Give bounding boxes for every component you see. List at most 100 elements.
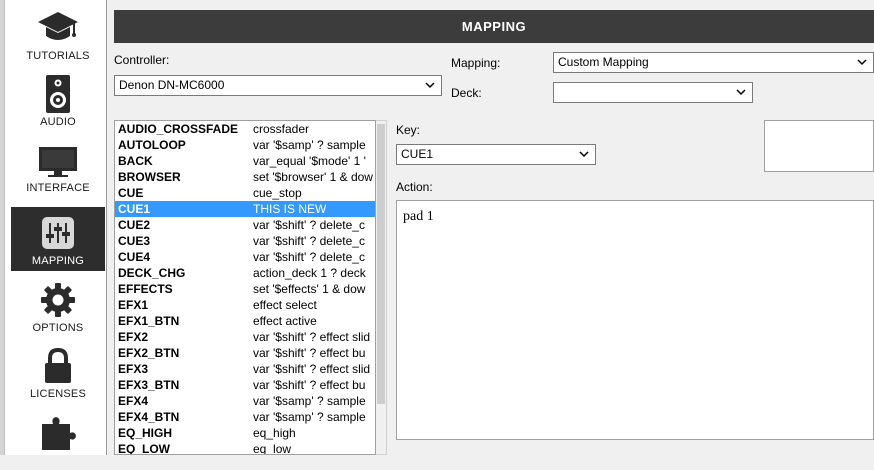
row-key: EFX1 bbox=[118, 298, 149, 312]
table-row[interactable]: EFFECTS set '$effects' 1 & dow bbox=[115, 281, 375, 297]
key-value: CUE1 bbox=[401, 147, 434, 161]
action-editor[interactable]: pad 1 bbox=[396, 200, 874, 440]
mapping-select[interactable]: Custom Mapping bbox=[553, 52, 874, 73]
controller-label: Controller: bbox=[114, 53, 170, 67]
key-list-scrollbar[interactable] bbox=[376, 120, 387, 455]
table-row[interactable]: EFX3 var '$shift' ? effect slid bbox=[115, 361, 375, 377]
graduation-cap-icon bbox=[11, 6, 105, 50]
deck-select[interactable] bbox=[553, 82, 753, 103]
row-key: CUE2 bbox=[118, 218, 151, 232]
table-row[interactable]: EFX4 var '$samp' ? sample bbox=[115, 393, 375, 409]
table-row[interactable]: CUE2 var '$shift' ? delete_c bbox=[115, 217, 375, 233]
table-row[interactable]: EFX4_BTN var '$samp' ? sample bbox=[115, 409, 375, 425]
scrollbar-thumb[interactable] bbox=[377, 124, 385, 404]
row-action: var '$samp' ? sample bbox=[253, 138, 366, 152]
sidebar-item-audio[interactable]: AUDIO bbox=[11, 68, 105, 132]
row-action: var '$shift' ? delete_c bbox=[253, 250, 365, 264]
table-row[interactable]: BACK var_equal '$mode' 1 ' bbox=[115, 153, 375, 169]
table-row[interactable]: CUE cue_stop bbox=[115, 185, 375, 201]
row-key: EQ_HIGH bbox=[118, 426, 173, 440]
row-action: action_deck 1 ? deck bbox=[253, 266, 366, 280]
table-row[interactable]: CUE1 THIS IS NEW bbox=[115, 201, 375, 217]
row-action: var '$samp' ? sample bbox=[253, 394, 366, 408]
sidebar-item-options[interactable]: OPTIONS bbox=[11, 274, 105, 338]
table-row[interactable]: EQ_LOW eq_low bbox=[115, 441, 375, 455]
table-row[interactable]: EFX1_BTN effect active bbox=[115, 313, 375, 329]
row-action: effect active bbox=[253, 314, 317, 328]
table-row[interactable]: EFX1 effect select bbox=[115, 297, 375, 313]
row-key: EFX3 bbox=[118, 362, 149, 376]
controller-select[interactable]: Denon DN-MC6000 bbox=[114, 75, 442, 96]
row-key: EFX4 bbox=[118, 394, 149, 408]
table-row[interactable]: AUDIO_CROSSFADE crossfader bbox=[115, 121, 375, 137]
chevron-down-icon bbox=[425, 82, 435, 89]
table-row[interactable]: EQ_HIGH eq_high bbox=[115, 425, 375, 441]
row-key: BROWSER bbox=[118, 170, 181, 184]
row-action: set '$effects' 1 & dow bbox=[253, 282, 366, 296]
key-select[interactable]: CUE1 bbox=[396, 144, 596, 165]
gear-icon bbox=[11, 278, 105, 322]
monitor-icon bbox=[11, 138, 105, 182]
row-action: eq_high bbox=[253, 426, 296, 440]
row-key: EFX2 bbox=[118, 330, 149, 344]
row-key: EFX3_BTN bbox=[118, 378, 180, 392]
chevron-down-icon bbox=[736, 89, 746, 96]
row-action: var_equal '$mode' 1 ' bbox=[253, 154, 366, 168]
table-row[interactable]: AUTOLOOP var '$samp' ? sample bbox=[115, 137, 375, 153]
page-title: MAPPING bbox=[114, 10, 874, 43]
row-action: set '$browser' 1 & dow bbox=[253, 170, 373, 184]
table-row[interactable]: BROWSER set '$browser' 1 & dow bbox=[115, 169, 375, 185]
lock-icon bbox=[11, 344, 105, 388]
action-label: Action: bbox=[396, 180, 433, 194]
sidebar-item-tutorials[interactable]: TUTORIALS bbox=[11, 2, 105, 66]
sidebar-item-label: INTERFACE bbox=[26, 182, 90, 194]
row-action: THIS IS NEW bbox=[253, 202, 327, 216]
row-action: var '$shift' ? effect bu bbox=[253, 346, 366, 360]
sliders-icon bbox=[11, 211, 105, 255]
sidebar-item-mapping[interactable]: MAPPING bbox=[11, 207, 105, 271]
row-key: DECK_CHG bbox=[118, 266, 186, 280]
key-label: Key: bbox=[396, 123, 421, 137]
row-action: cue_stop bbox=[253, 186, 302, 200]
row-key: EFX4_BTN bbox=[118, 410, 180, 424]
table-row[interactable]: EFX2 var '$shift' ? effect slid bbox=[115, 329, 375, 345]
row-key: EFX2_BTN bbox=[118, 346, 180, 360]
row-key: EFX1_BTN bbox=[118, 314, 180, 328]
key-info-box bbox=[764, 120, 874, 172]
controller-value: Denon DN-MC6000 bbox=[119, 78, 225, 92]
row-action: var '$shift' ? effect slid bbox=[253, 330, 371, 344]
row-action: var '$shift' ? effect slid bbox=[253, 362, 371, 376]
table-row[interactable]: DECK_CHG action_deck 1 ? deck bbox=[115, 265, 375, 281]
sidebar-item-label: AUDIO bbox=[40, 116, 76, 128]
speaker-icon bbox=[11, 72, 105, 116]
row-key: CUE bbox=[118, 186, 144, 200]
row-key: CUE3 bbox=[118, 234, 151, 248]
table-row[interactable]: EFX2_BTN var '$shift' ? effect bu bbox=[115, 345, 375, 361]
sidebar-item-interface[interactable]: INTERFACE bbox=[11, 134, 105, 198]
sidebar-item-licenses[interactable]: LICENSES bbox=[11, 340, 105, 404]
sidebar-item-label: OPTIONS bbox=[32, 322, 84, 334]
sidebar-item-label: MAPPING bbox=[31, 255, 85, 267]
row-key: EFFECTS bbox=[118, 282, 173, 296]
sidebar-edge bbox=[0, 0, 5, 455]
key-list[interactable]: AUDIO_CROSSFADE crossfader AUTOLOOP var '$s… bbox=[114, 120, 376, 455]
row-action: var '$shift' ? delete_c bbox=[253, 234, 365, 248]
sidebar-item-label: TUTORIALS bbox=[26, 50, 90, 62]
action-text: pad 1 bbox=[403, 209, 434, 224]
table-row[interactable]: EFX3_BTN var '$shift' ? effect bu bbox=[115, 377, 375, 393]
row-key: CUE4 bbox=[118, 250, 151, 264]
table-row[interactable]: CUE3 var '$shift' ? delete_c bbox=[115, 233, 375, 249]
mapping-panel: MAPPING Controller: Denon DN-MC6000 Mapp… bbox=[114, 0, 874, 455]
sidebar-item-plugins[interactable] bbox=[11, 406, 105, 470]
sidebar-item-label: LICENSES bbox=[29, 388, 86, 400]
row-key: BACK bbox=[118, 154, 153, 168]
table-row[interactable]: CUE4 var '$shift' ? delete_c bbox=[115, 249, 375, 265]
row-action: var '$shift' ? delete_c bbox=[253, 218, 365, 232]
mapping-label: Mapping: bbox=[451, 56, 501, 70]
row-key: CUE1 bbox=[118, 202, 151, 216]
row-action: eq_low bbox=[253, 442, 292, 455]
chevron-down-icon bbox=[579, 151, 589, 158]
row-action: effect select bbox=[253, 298, 317, 312]
mapping-value: Custom Mapping bbox=[558, 55, 649, 69]
row-action: var '$samp' ? sample bbox=[253, 410, 366, 424]
